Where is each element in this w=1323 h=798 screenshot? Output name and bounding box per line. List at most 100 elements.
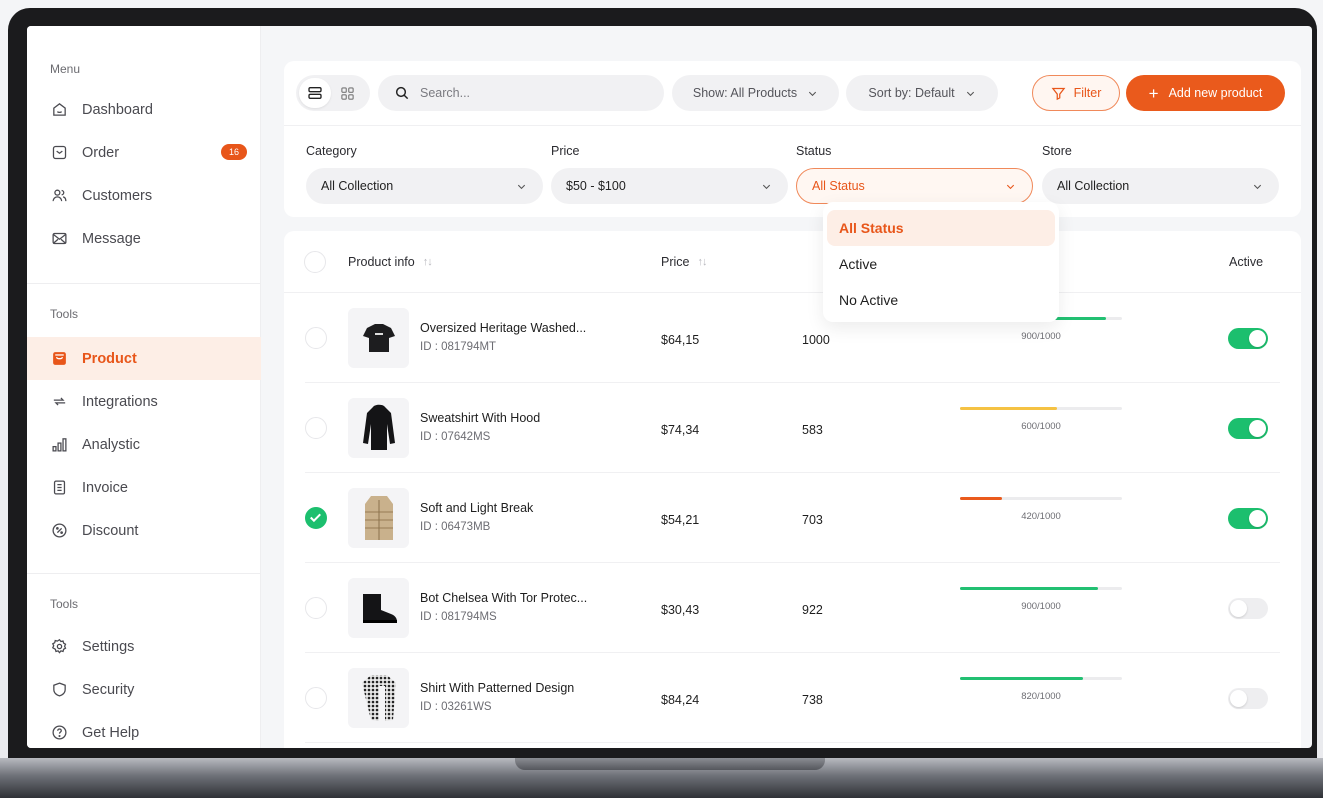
product-stock: 738: [802, 693, 823, 707]
active-toggle[interactable]: [1228, 328, 1268, 349]
product-price: $30,43: [661, 603, 700, 617]
product-price: $64,15: [661, 333, 700, 347]
percent-icon: [50, 522, 68, 540]
shopping-bag-icon: [50, 350, 68, 368]
list-view-button[interactable]: [299, 78, 331, 108]
divider: [284, 125, 1301, 126]
shield-icon: [50, 681, 68, 699]
search-input[interactable]: [420, 86, 640, 100]
price-label: Price: [551, 144, 580, 158]
sidebar-item-label: Invoice: [82, 479, 128, 496]
sidebar-item-product[interactable]: Product: [27, 337, 261, 380]
sidebar-item-invoice[interactable]: Invoice: [27, 466, 261, 509]
table-row[interactable]: Shirt With Patterned Design ID : 03261WS $…: [305, 653, 1280, 743]
sidebar-item-label: Message: [82, 230, 141, 247]
column-header-product-info[interactable]: Product info ↑↓: [348, 255, 433, 269]
status-option-active[interactable]: Active: [827, 246, 1055, 282]
toggle-knob: [1249, 330, 1266, 347]
sidebar-item-get-help[interactable]: Get Help: [27, 711, 261, 748]
sidebar-item-order[interactable]: Order 16: [27, 131, 261, 174]
active-toggle[interactable]: [1228, 598, 1268, 619]
stock-progress-fill: [960, 677, 1084, 680]
product-table: Product info ↑↓ Price ↑↓ tic ↑↓ Active O…: [284, 231, 1301, 748]
chevron-down-icon: [966, 91, 974, 96]
table-row[interactable]: Bot Chelsea With Tor Protec... ID : 08179…: [305, 563, 1280, 653]
sort-icon: ↑↓: [697, 256, 707, 268]
sidebar-item-discount[interactable]: Discount: [27, 509, 261, 552]
table-row[interactable]: Oversized Heritage Washed... ID : 081794M…: [305, 293, 1280, 383]
active-toggle[interactable]: [1228, 418, 1268, 439]
product-name: Soft and Light Break: [420, 501, 534, 515]
order-count-badge: 16: [220, 144, 247, 160]
column-header-price[interactable]: Price ↑↓: [661, 255, 707, 269]
product-id: ID : 03261WS: [420, 701, 492, 713]
sidebar-tools2-section: Tools Settings Security Get Help: [27, 597, 261, 748]
shirt-icon: [348, 668, 409, 728]
row-checkbox[interactable]: [305, 687, 327, 709]
sort-select[interactable]: Sort by: Default: [846, 75, 998, 111]
category-value: All Collection: [321, 179, 394, 193]
view-toggle: [296, 75, 370, 111]
chevron-down-icon: [809, 91, 817, 96]
column-header-label: Price: [661, 255, 690, 269]
show-products-select[interactable]: Show: All Products: [672, 75, 839, 111]
sidebar: Menu Dashboard Order 16 Customers Messag…: [27, 26, 261, 748]
sidebar-item-integrations[interactable]: Integrations: [27, 380, 261, 423]
price-select[interactable]: $50 - $100: [551, 168, 788, 204]
status-value: All Status: [812, 179, 865, 193]
column-header-label: Active: [1229, 255, 1264, 269]
product-id: ID : 081794MT: [420, 341, 497, 353]
table-row[interactable]: Soft and Light Break ID : 06473MB $54,21 70…: [305, 473, 1280, 563]
sidebar-item-analystic[interactable]: Analystic: [27, 423, 261, 466]
sidebar-item-label: Integrations: [82, 393, 158, 410]
active-toggle[interactable]: [1228, 688, 1268, 709]
show-products-label: Show: All Products: [692, 86, 798, 100]
bar-chart-icon: [50, 436, 68, 454]
row-checkbox[interactable]: [305, 327, 327, 349]
price-value: $50 - $100: [566, 179, 626, 193]
active-toggle[interactable]: [1228, 508, 1268, 529]
mail-icon: [50, 230, 68, 248]
filter-button[interactable]: Filter: [1032, 75, 1120, 111]
sidebar-item-dashboard[interactable]: Dashboard: [27, 88, 261, 131]
sidebar-item-security[interactable]: Security: [27, 668, 261, 711]
sidebar-item-message[interactable]: Message: [27, 217, 261, 260]
add-product-button[interactable]: + Add new product: [1126, 75, 1285, 111]
grid-view-button[interactable]: [331, 78, 363, 108]
app-screen: Menu Dashboard Order 16 Customers Messag…: [27, 26, 1312, 748]
stock-progress-bar: [960, 497, 1122, 500]
sidebar-item-customers[interactable]: Customers: [27, 174, 261, 217]
category-label: Category: [306, 144, 357, 158]
row-checkbox[interactable]: [305, 507, 327, 529]
help-icon: [50, 724, 68, 742]
sidebar-divider: [27, 283, 261, 284]
product-id: ID : 06473MB: [420, 521, 491, 533]
row-checkbox[interactable]: [305, 597, 327, 619]
search-box: [378, 75, 664, 111]
category-select[interactable]: All Collection: [306, 168, 543, 204]
stock-progress-label: 820/1000: [1021, 691, 1061, 702]
store-select[interactable]: All Collection: [1042, 168, 1279, 204]
select-all-checkbox[interactable]: [304, 251, 326, 273]
status-option-all[interactable]: All Status: [827, 210, 1055, 246]
status-select[interactable]: All Status: [796, 168, 1033, 204]
toggle-knob: [1249, 420, 1266, 437]
product-name: Bot Chelsea With Tor Protec...: [420, 591, 588, 605]
product-stock: 1000: [802, 333, 830, 347]
hoodie-icon: [348, 398, 409, 458]
table-row[interactable]: Sweatshirt With Hood ID : 07642MS $74,34 58…: [305, 383, 1280, 473]
product-price: $84,24: [661, 693, 700, 707]
chevron-down-icon: [1006, 184, 1015, 189]
row-checkbox[interactable]: [305, 417, 327, 439]
stock-progress-label: 900/1000: [1021, 331, 1061, 342]
status-option-no-active[interactable]: No Active: [827, 282, 1055, 318]
stock-progress-bar: [960, 407, 1122, 410]
sidebar-menu-title: Menu: [50, 62, 81, 76]
sidebar-item-settings[interactable]: Settings: [27, 625, 261, 668]
filter-icon: [1051, 87, 1066, 100]
product-price: $74,34: [661, 423, 700, 437]
stock-progress-bar: [960, 677, 1122, 680]
product-name: Oversized Heritage Washed...: [420, 321, 587, 335]
add-product-label: Add new product: [1168, 86, 1263, 100]
sidebar-item-label: Dashboard: [82, 101, 153, 118]
